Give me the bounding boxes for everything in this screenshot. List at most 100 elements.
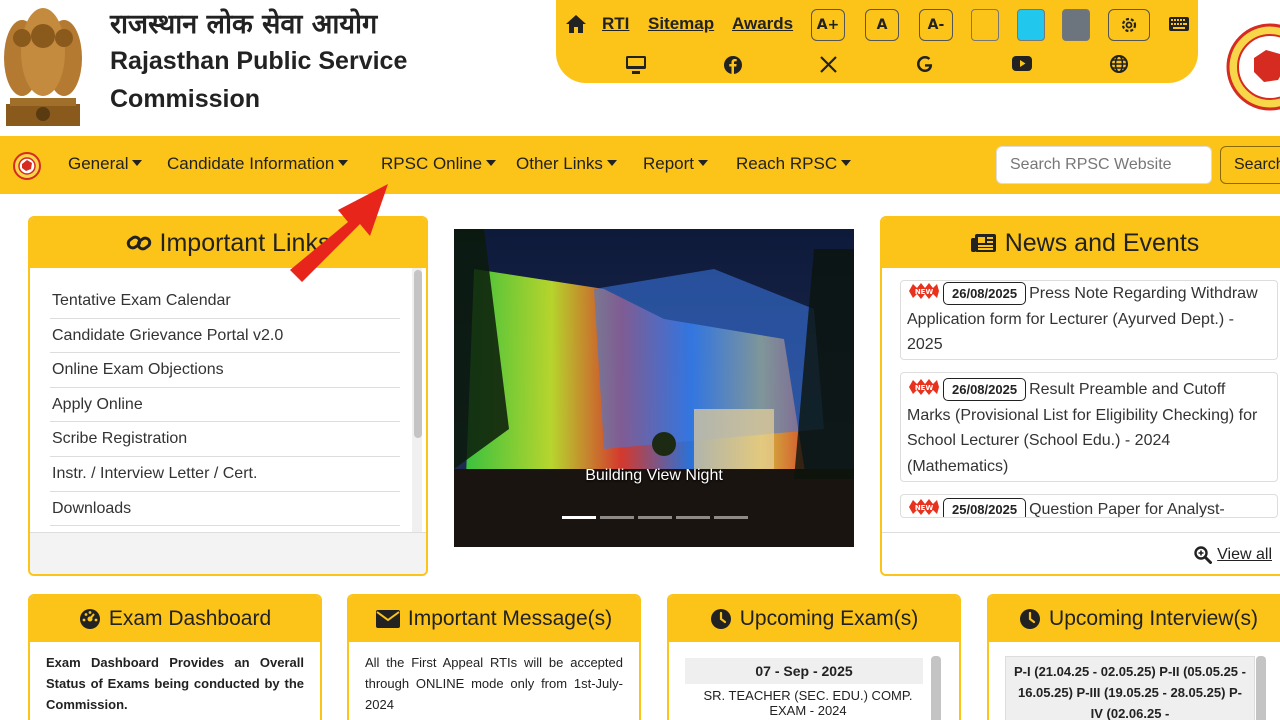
link-candidate-grievance-portal[interactable]: Candidate Grievance Portal v2.0 — [50, 319, 400, 354]
link-downloads[interactable]: Downloads — [50, 492, 400, 527]
news-item[interactable]: NEW 26/08/2025 Press Note Regarding Withdr… — [900, 280, 1278, 360]
nav-report-label: Report — [643, 154, 695, 173]
rpsc-seal-logo[interactable] — [1224, 22, 1280, 112]
news-item[interactable]: NEW 25/08/2025 Question Paper for Analyst- — [900, 494, 1278, 518]
upcoming-exams-card: Upcoming Exam(s) 07 - Sep - 2025 SR. TEA… — [667, 594, 961, 720]
carousel-caption: Building View Night — [585, 467, 723, 484]
carousel-indicator[interactable] — [676, 516, 710, 519]
nav-candidate-information-label: Candidate Information — [167, 154, 335, 173]
font-decrease-button[interactable]: A- — [919, 9, 953, 41]
font-normal-button[interactable]: A — [865, 9, 899, 41]
exams-scrollbar[interactable] — [931, 656, 941, 720]
exam-name[interactable]: SR. TEACHER (SEC. EDU.) COMP. EXAM - 202… — [685, 688, 931, 718]
chevron-down-icon — [132, 160, 143, 166]
important-message-card: Important Message(s) All the First Appea… — [347, 594, 641, 720]
font-increase-button[interactable]: A+ — [811, 9, 845, 41]
carousel-indicator[interactable] — [562, 516, 596, 519]
interviews-scrollbar[interactable] — [1256, 656, 1266, 720]
new-badge-icon: NEW — [909, 499, 939, 515]
site-title-hindi: राजस्थान लोक सेवा आयोग — [110, 9, 378, 40]
carousel-indicator[interactable] — [714, 516, 748, 519]
nav-general[interactable]: General — [68, 154, 143, 174]
annotation-arrow-icon — [290, 184, 388, 282]
globe-icon[interactable] — [1110, 55, 1128, 73]
upcoming-exams-header[interactable]: Upcoming Exam(s) — [669, 596, 959, 642]
exam-dashboard-title: Exam Dashboard — [108, 607, 272, 630]
theme-cyan-swatch[interactable] — [1017, 9, 1045, 41]
chevron-down-icon — [486, 160, 497, 166]
search-button[interactable]: Search — [1220, 146, 1280, 184]
x-icon[interactable] — [820, 56, 837, 73]
search-zoom-icon — [1194, 546, 1213, 564]
newspaper-icon — [970, 234, 996, 252]
link-apply-online[interactable]: Apply Online — [50, 388, 400, 423]
important-message-title: Important Message(s) — [407, 607, 613, 630]
facebook-icon[interactable] — [724, 56, 742, 74]
image-carousel[interactable]: Building View Night — [454, 229, 854, 547]
important-message-header[interactable]: Important Message(s) — [349, 596, 639, 642]
google-icon[interactable] — [916, 55, 934, 73]
important-message-text: All the First Appeal RTIs will be accept… — [365, 655, 623, 712]
nav-other-links-label: Other Links — [516, 154, 603, 173]
upcoming-interviews-header[interactable]: Upcoming Interview(s) — [989, 596, 1280, 642]
nav-reach-rpsc-label: Reach RPSC — [736, 154, 838, 173]
exam-date: 07 - Sep - 2025 — [685, 658, 923, 684]
important-links-list: Tentative Exam Calendar Candidate Grieva… — [50, 284, 400, 527]
chevron-down-icon — [841, 160, 852, 166]
view-all-link[interactable]: View all — [1194, 546, 1272, 564]
nav-general-label: General — [68, 154, 129, 173]
link-online-exam-objections[interactable]: Online Exam Objections — [50, 353, 400, 388]
chevron-down-icon — [338, 160, 349, 166]
settings-icon[interactable] — [1108, 9, 1150, 41]
new-badge-icon: NEW — [909, 283, 939, 299]
news-item[interactable]: NEW 26/08/2025 Result Preamble and Cutoff … — [900, 372, 1278, 482]
carousel-indicator[interactable] — [600, 516, 634, 519]
theme-yellow-swatch[interactable] — [971, 9, 999, 41]
national-emblem-logo[interactable] — [0, 6, 90, 130]
keyboard-icon[interactable] — [1168, 14, 1190, 34]
page: राजस्थान लोक सेवा आयोग Rajasthan Public … — [0, 0, 1280, 720]
link-interview-letter[interactable]: Instr. / Interview Letter / Cert. — [50, 457, 400, 492]
site-title-english: Rajasthan Public Service Commission — [110, 47, 408, 113]
news-date: 25/08/2025 — [943, 498, 1027, 517]
interview-schedule[interactable]: P-I (21.04.25 - 02.05.25) P-II (05.05.25… — [1005, 656, 1255, 720]
nav-candidate-information[interactable]: Candidate Information — [167, 154, 349, 174]
nav-report[interactable]: Report — [643, 154, 709, 174]
exam-dashboard-header[interactable]: Exam Dashboard — [30, 596, 320, 642]
link-tentative-exam-calendar[interactable]: Tentative Exam Calendar — [50, 284, 400, 319]
dashboard-gauge-icon — [79, 609, 100, 629]
news-events-title: News and Events — [1004, 228, 1200, 257]
main-navbar: General Candidate Information RPSC Onlin… — [0, 136, 1280, 194]
links-scrollbar[interactable] — [414, 270, 422, 438]
search-input[interactable]: Search RPSC Website — [996, 146, 1212, 184]
exam-dashboard-card: Exam Dashboard Exam Dashboard Provides a… — [28, 594, 322, 720]
important-links-footer — [30, 532, 426, 574]
chevron-down-icon — [698, 160, 709, 166]
carousel-indicator[interactable] — [638, 516, 672, 519]
awards-link[interactable]: Awards — [732, 14, 793, 34]
desktop-icon[interactable] — [626, 56, 646, 74]
carousel-indicators — [562, 516, 748, 519]
chevron-down-icon — [606, 160, 617, 166]
sitemap-link[interactable]: Sitemap — [648, 14, 714, 34]
envelope-icon — [375, 610, 400, 628]
nav-rpsc-online[interactable]: RPSC Online — [381, 154, 497, 174]
new-badge-icon: NEW — [909, 379, 939, 395]
svg-text:NEW: NEW — [915, 288, 934, 296]
svg-text:NEW: NEW — [915, 504, 934, 512]
news-footer: View all — [882, 532, 1280, 574]
nav-reach-rpsc[interactable]: Reach RPSC — [736, 154, 852, 174]
news-date: 26/08/2025 — [943, 378, 1027, 401]
view-all-label: View all — [1217, 546, 1272, 563]
upcoming-interviews-title: Upcoming Interview(s) — [1049, 607, 1258, 630]
nav-rpsc-online-label: RPSC Online — [381, 154, 483, 173]
link-scribe-registration[interactable]: Scribe Registration — [50, 422, 400, 457]
upcoming-interviews-card: Upcoming Interview(s) P-I (21.04.25 - 02… — [987, 594, 1280, 720]
rti-link[interactable]: RTI — [602, 14, 629, 34]
youtube-icon[interactable] — [1012, 56, 1032, 71]
nav-other-links[interactable]: Other Links — [516, 154, 617, 174]
theme-gray-swatch[interactable] — [1062, 9, 1090, 41]
home-icon[interactable] — [564, 10, 588, 38]
upcoming-exams-title: Upcoming Exam(s) — [739, 607, 919, 630]
nav-home-logo[interactable] — [12, 151, 42, 181]
